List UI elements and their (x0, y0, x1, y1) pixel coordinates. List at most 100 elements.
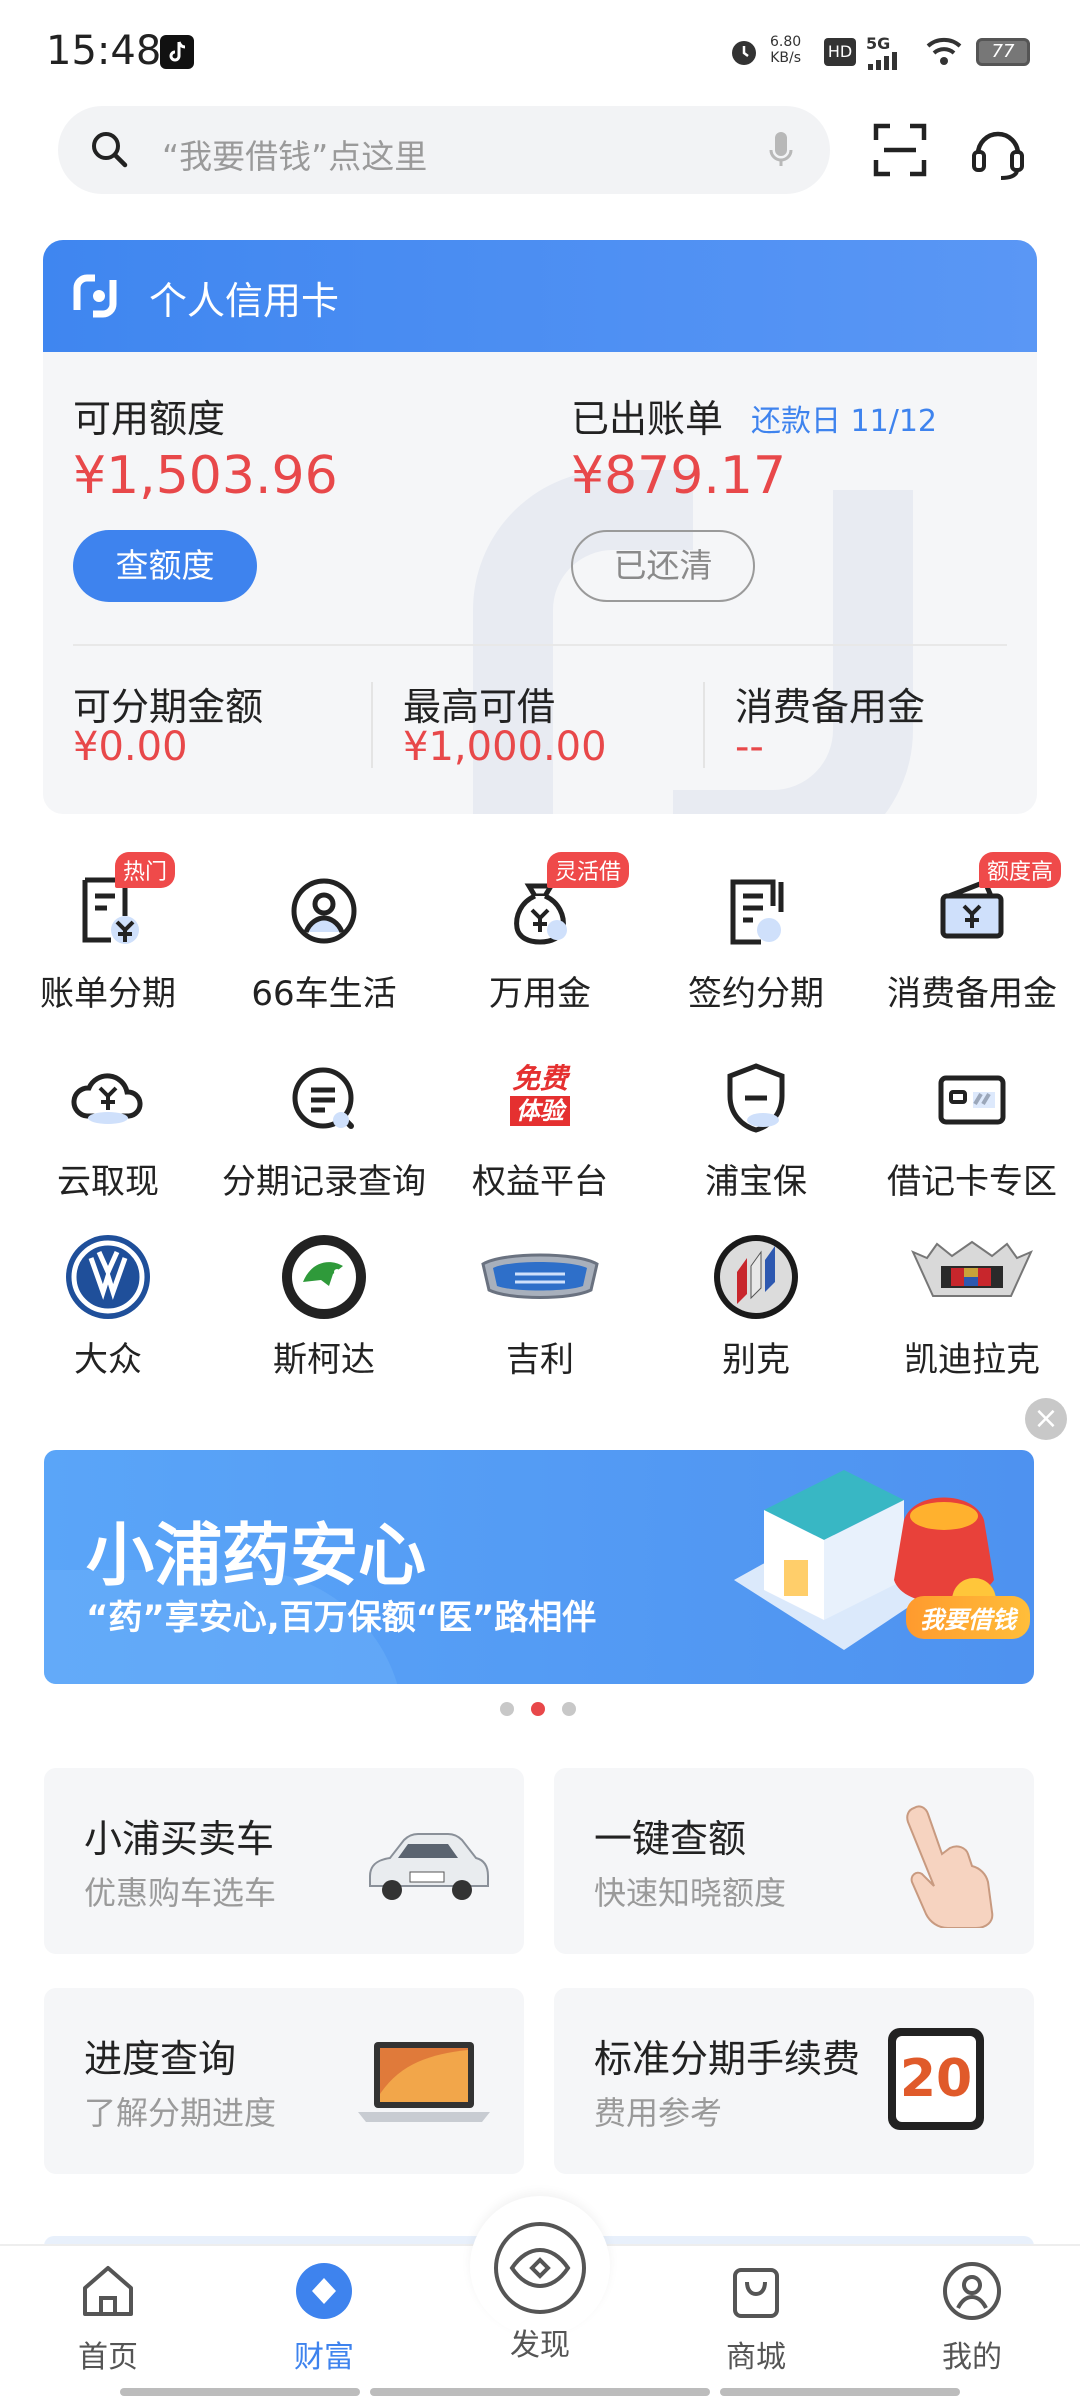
tile-subtitle: 费用参考 (594, 2094, 723, 2132)
check-credit-button[interactable]: 查额度 (73, 530, 257, 602)
due-date[interactable]: 还款日 11/12 (751, 396, 937, 440)
grid-item-contract-installment[interactable]: 签约分期 (648, 866, 864, 1015)
banner-title: 小浦药安心 (86, 1517, 427, 1596)
grid-item-label: 账单分期 (40, 974, 176, 1014)
carousel-dot-active[interactable] (531, 1702, 545, 1716)
grid-item-skoda[interactable]: 斯柯达 (216, 1232, 432, 1381)
grid-item-label: 万用金 (489, 974, 591, 1014)
grid-item-label: 云取现 (57, 1162, 159, 1202)
grid-item-debit-card[interactable]: 借记卡专区 (864, 1054, 1080, 1203)
nav-label-active: 财富 (294, 2340, 354, 2375)
grid-item-label: 吉利 (506, 1340, 574, 1380)
tile-title: 进度查询 (84, 2037, 237, 2081)
gesture-bar (120, 2388, 360, 2396)
free-trial-icon: 免费 体验 (495, 1054, 585, 1144)
grid-item-label: 浦宝保 (705, 1162, 807, 1202)
grid-item-benefits-platform[interactable]: 免费 体验 权益平台 (432, 1054, 648, 1203)
borrow-money-button[interactable]: 我要借钱 (906, 1596, 1030, 1639)
bill-installment-icon: 热门 (63, 852, 176, 956)
max-borrow-label[interactable]: 最高可借 (403, 676, 555, 731)
calendar-icon: 20 (888, 2028, 984, 2130)
nav-mall[interactable]: 商城 (676, 2260, 836, 2376)
gesture-bar (370, 2388, 710, 2396)
installment-amount-value: ¥0.00 (73, 724, 188, 770)
grid-item-installment-records[interactable]: 分期记录查询 (216, 1054, 432, 1203)
tile-standard-fees[interactable]: 标准分期手续费 费用参考 20 (554, 1988, 1034, 2174)
nav-label: 发现 (510, 2328, 570, 2363)
grid-item-wanyongjin[interactable]: 灵活借 万用金 (432, 852, 648, 1015)
nav-label: 商城 (726, 2340, 786, 2375)
nav-profile[interactable]: 我的 (892, 2260, 1052, 2376)
wifi-icon (924, 34, 964, 72)
signal-icon (866, 52, 906, 74)
hand-tap-icon (906, 1805, 994, 1928)
promo-banner[interactable]: 小浦药安心 “药”享安心,百万保额“医”路相伴 我要借钱 (44, 1450, 1034, 1684)
tile-quick-credit-check[interactable]: 一键查额 快速知晓额度 (554, 1768, 1034, 1954)
bill-amount: ¥879.17 (571, 446, 787, 506)
carousel-dot[interactable] (500, 1702, 514, 1716)
available-credit-label: 可用额度 (73, 397, 226, 441)
available-credit-amount: ¥1,503.96 (73, 446, 338, 506)
tile-car-trade[interactable]: 小浦买卖车 优惠购车选车 (44, 1768, 524, 1954)
tile-title: 标准分期手续费 (594, 2037, 861, 2081)
grid-item-label: 66车生活 (251, 974, 397, 1014)
carousel-dot[interactable] (562, 1702, 576, 1716)
card-divider (73, 644, 1007, 646)
grid-item-label: 分期记录查询 (222, 1162, 426, 1202)
microphone-icon[interactable] (766, 128, 796, 176)
grid-item-label: 消费备用金 (887, 974, 1057, 1014)
cadillac-logo-icon (907, 1232, 1037, 1322)
buick-logo-icon (711, 1232, 801, 1322)
geely-logo-icon (475, 1232, 605, 1322)
volkswagen-logo-icon (63, 1232, 153, 1322)
grid-item-label: 权益平台 (472, 1162, 608, 1202)
nav-label: 首页 (78, 2340, 138, 2375)
alarm-icon (728, 36, 760, 68)
free-badge-bottom: 体验 (510, 1096, 570, 1126)
search-icon (88, 128, 132, 176)
paid-button[interactable]: 已还清 (571, 530, 755, 602)
contract-icon (711, 866, 801, 956)
nav-wealth[interactable]: 财富 (244, 2260, 404, 2376)
credit-card-title: 个人信用卡 (149, 279, 340, 323)
calendar-number: 20 (896, 2036, 976, 2122)
search-placeholder[interactable]: “我要借钱”点这里 (162, 130, 427, 178)
nav-label: 我的 (942, 2340, 1002, 2375)
shield-icon (711, 1054, 801, 1144)
grid-item-geely[interactable]: 吉利 (432, 1232, 648, 1381)
grid-item-cloud-cash[interactable]: 云取现 (0, 1054, 216, 1203)
grid-item-buick[interactable]: 别克 (648, 1232, 864, 1381)
status-time: 15:48 (46, 28, 162, 74)
grid-item-bill-installment[interactable]: 热门 账单分期 (0, 852, 216, 1015)
shopping-bag-icon (733, 2268, 779, 2318)
grid-item-reserve-fund[interactable]: 额度高 消费备用金 (864, 852, 1080, 1015)
wallet-icon: 额度高 (927, 852, 1062, 956)
tile-subtitle: 了解分期进度 (84, 2094, 277, 2132)
installment-amount-label[interactable]: 可分期金额 (73, 676, 263, 731)
tiktok-notification-icon (160, 35, 194, 69)
skoda-logo-icon (279, 1232, 369, 1322)
grid-item-pubaobao[interactable]: 浦宝保 (648, 1054, 864, 1203)
credit-card-panel: 个人信用卡 可用额度 ¥1,503.96 查额度 已出账单 还款日 11/12 … (43, 240, 1037, 814)
nav-discover[interactable]: 发现 (460, 2220, 620, 2364)
grid-item-car-life[interactable]: 66车生活 (216, 866, 432, 1015)
reserve-fund-label[interactable]: 消费备用金 (735, 676, 925, 731)
grid-item-label: 斯柯达 (273, 1340, 375, 1380)
car-life-icon (279, 866, 369, 956)
net-speed: 6.80 KB/s (770, 34, 801, 66)
nav-home[interactable]: 首页 (28, 2260, 188, 2376)
tile-subtitle: 优惠购车选车 (84, 1874, 277, 1912)
grid-item-cadillac[interactable]: 凯迪拉克 (864, 1232, 1080, 1381)
tile-progress-query[interactable]: 进度查询 了解分期进度 (44, 1988, 524, 2174)
record-search-icon (279, 1054, 369, 1144)
free-badge-top: 免费 (511, 1062, 568, 1095)
close-banner-button[interactable]: × (1025, 1398, 1067, 1440)
grid-item-volkswagen[interactable]: 大众 (0, 1232, 216, 1381)
tile-title: 一键查额 (594, 1817, 747, 1861)
customer-service-icon[interactable] (970, 122, 1026, 186)
signal-label: 5G (866, 34, 891, 53)
debit-card-icon (927, 1054, 1017, 1144)
scan-icon[interactable] (872, 122, 928, 182)
cloud-cash-icon (63, 1054, 153, 1144)
eye-icon (494, 2222, 586, 2314)
